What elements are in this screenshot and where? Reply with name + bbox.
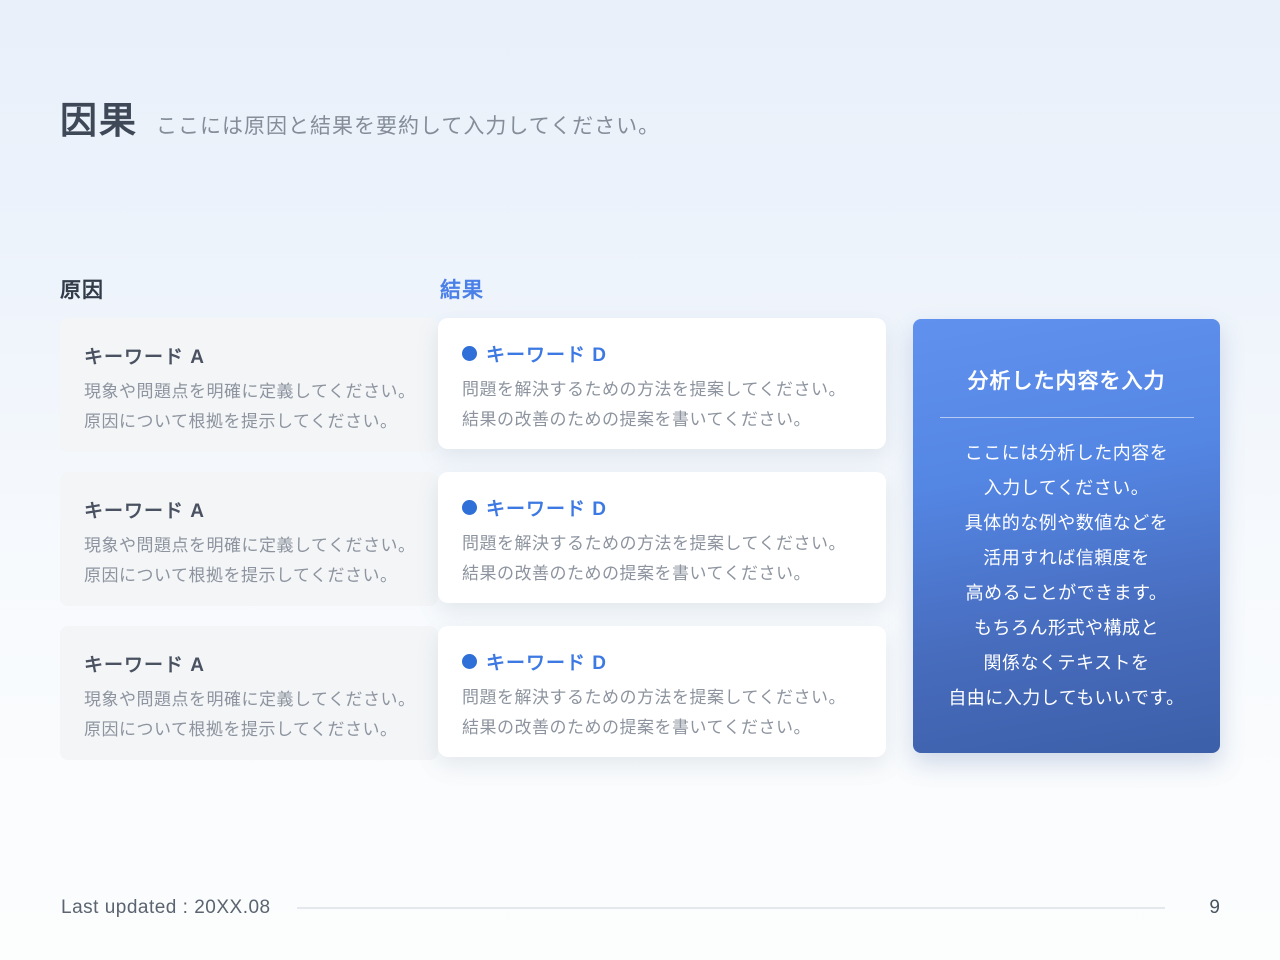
cause-text-line: 現象や問題点を明確に定義してください。 xyxy=(84,690,416,709)
effect-keyword-row: キーワード D xyxy=(462,648,862,675)
panel-text-line: 入力してください。 xyxy=(983,478,1150,498)
last-updated-label: Last updated : 20XX.08 xyxy=(61,897,271,918)
effect-column-header: 結果 xyxy=(440,279,484,302)
effect-keyword-label: キーワード D xyxy=(486,653,608,674)
panel-text-line: もちろん形式や構成と xyxy=(974,618,1159,638)
bullet-dot-icon xyxy=(462,654,477,669)
effect-text-line: 結果の改善のための提案を書いてください。 xyxy=(462,410,811,429)
panel-text-line: 自由に入力してもいいです。 xyxy=(948,688,1185,708)
cause-card: キーワード A 現象や問題点を明確に定義してください。 原因について根拠を提示し… xyxy=(60,318,438,452)
cause-column-header: 原因 xyxy=(60,279,104,302)
effect-text-line: 問題を解決するための方法を提案してください。 xyxy=(462,688,846,707)
slide-header: 因果 ここには原因と結果を要約して入力してください。 xyxy=(60,90,660,144)
effect-card: キーワード D 問題を解決するための方法を提案してください。 結果の改善のための… xyxy=(438,472,886,603)
cause-keyword-label: キーワード A xyxy=(84,655,206,676)
effect-text-line: 結果の改善のための提案を書いてください。 xyxy=(462,564,811,583)
analysis-panel-title: 分析した内容を入力 xyxy=(967,370,1166,393)
panel-text-line: 関係なくテキストを xyxy=(983,653,1150,673)
cause-text-line: 原因について根拠を提示してください。 xyxy=(84,566,398,585)
analysis-panel: 分析した内容を入力 ここには分析した内容を 入力してください。 具体的な例や数値… xyxy=(913,319,1220,753)
effect-keyword-row: キーワード D xyxy=(462,340,862,367)
cause-card: キーワード A 現象や問題点を明確に定義してください。 原因について根拠を提示し… xyxy=(60,472,438,606)
cause-text-line: 原因について根拠を提示してください。 xyxy=(84,412,398,431)
effect-keyword-label: キーワード D xyxy=(486,345,608,366)
effect-text-line: 問題を解決するための方法を提案してください。 xyxy=(462,380,846,399)
effect-text-line: 問題を解決するための方法を提案してください。 xyxy=(462,534,846,553)
cause-effect-rows: キーワード A 現象や問題点を明確に定義してください。 原因について根拠を提示し… xyxy=(60,318,886,780)
cause-card: キーワード A 現象や問題点を明確に定義してください。 原因について根拠を提示し… xyxy=(60,626,438,760)
effect-card: キーワード D 問題を解決するための方法を提案してください。 結果の改善のための… xyxy=(438,626,886,757)
panel-text-line: 高めることができます。 xyxy=(965,583,1168,603)
analysis-panel-body: ここには分析した内容を 入力してください。 具体的な例や数値などを 活用すれば信… xyxy=(913,436,1220,716)
table-row: キーワード A 現象や問題点を明確に定義してください。 原因について根拠を提示し… xyxy=(60,318,886,452)
cause-keyword-label: キーワード A xyxy=(84,501,206,522)
footer-divider xyxy=(297,907,1165,909)
panel-divider xyxy=(939,417,1194,418)
table-row: キーワード A 現象や問題点を明確に定義してください。 原因について根拠を提示し… xyxy=(60,626,886,760)
effect-text-line: 結果の改善のための提案を書いてください。 xyxy=(462,718,811,737)
effect-card: キーワード D 問題を解決するための方法を提案してください。 結果の改善のための… xyxy=(438,318,886,449)
cause-text-line: 原因について根拠を提示してください。 xyxy=(84,720,398,739)
cause-text-line: 現象や問題点を明確に定義してください。 xyxy=(84,382,416,401)
effect-keyword-row: キーワード D xyxy=(462,494,862,521)
effect-keyword-label: キーワード D xyxy=(486,499,608,520)
bullet-dot-icon xyxy=(462,346,477,361)
cause-keyword-label: キーワード A xyxy=(84,347,206,368)
cause-text-line: 現象や問題点を明確に定義してください。 xyxy=(84,536,416,555)
panel-text-line: ここには分析した内容を xyxy=(964,443,1169,463)
page-title: 因果 xyxy=(60,100,138,141)
panel-text-line: 具体的な例や数値などを xyxy=(964,513,1169,533)
panel-text-line: 活用すれば信頼度を xyxy=(983,548,1150,568)
page-number: 9 xyxy=(1209,897,1220,918)
page-subtitle: ここには原因と結果を要約して入力してください。 xyxy=(156,115,661,138)
table-row: キーワード A 現象や問題点を明確に定義してください。 原因について根拠を提示し… xyxy=(60,472,886,606)
bullet-dot-icon xyxy=(462,500,477,515)
